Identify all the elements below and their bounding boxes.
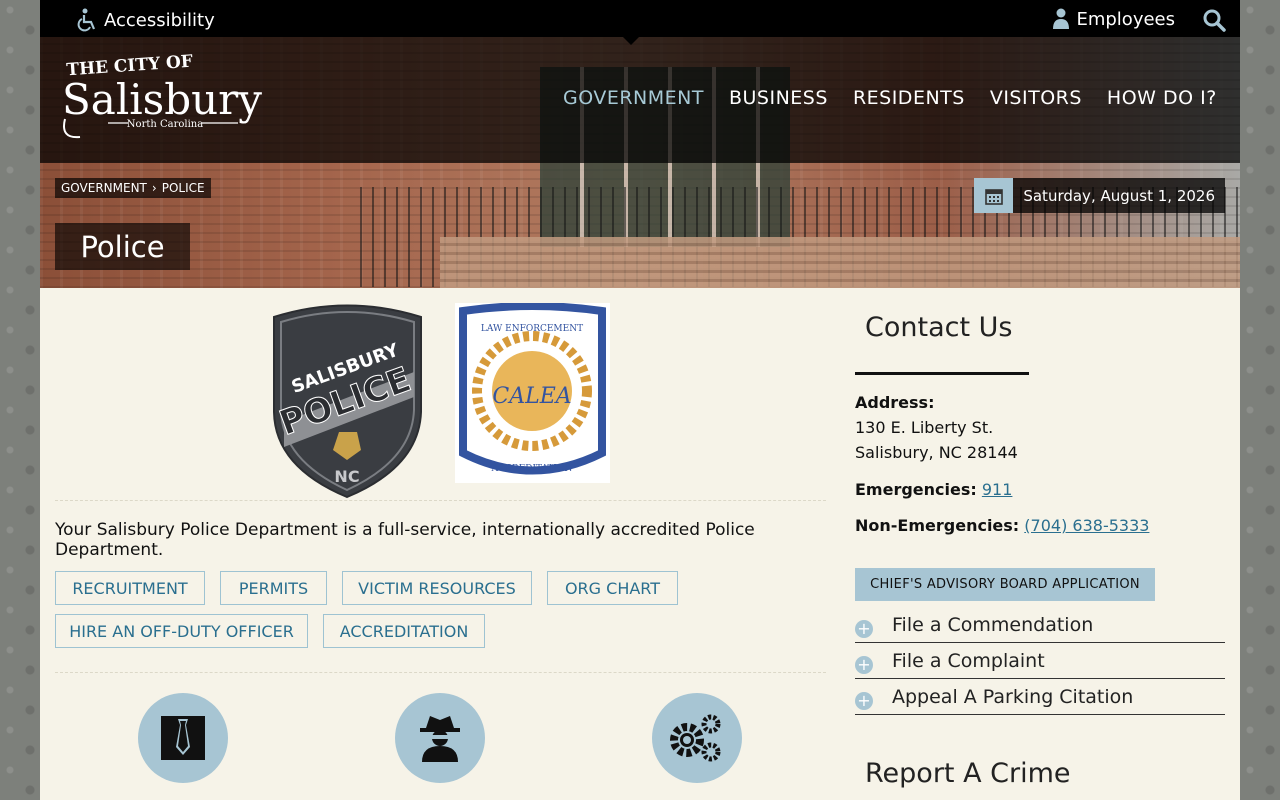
gears-icon[interactable] [652,693,742,783]
accessibility-link[interactable]: Accessibility [76,8,215,32]
salisbury-police-badge: SALISBURY POLICE NC [273,304,422,499]
search-icon[interactable] [1202,8,1226,32]
top-bar: Accessibility Employees [40,0,1240,37]
hire-off-duty-officer-button[interactable]: HIRE AN OFF-DUTY OFFICER [55,614,308,648]
accordion-label: File a Commendation [892,613,1094,636]
breadcrumb: GOVERNMENT › POLICE [55,178,211,198]
wheelchair-icon [77,8,96,32]
address-line2: Salisbury, NC 28144 [855,443,1018,462]
svg-text:ACCREDITATION: ACCREDITATION [491,464,573,474]
plus-circle-icon: + [855,655,873,674]
address-label: Address: [855,393,935,412]
nav-item-visitors[interactable]: VISITORS [990,87,1082,109]
accordion-appeal-parking-citation[interactable]: + Appeal A Parking Citation [855,679,1225,715]
page-title: Police [55,223,190,270]
hero-banner: THE CITY OF Salisbury North Carolina GOV… [40,37,1240,288]
permits-button[interactable]: PERMITS [220,571,327,605]
emergencies-block: Emergencies: 911 [855,477,1225,502]
recruitment-button[interactable]: RECRUITMENT [55,571,205,605]
contact-title: Contact Us [865,312,1013,343]
accordion-file-commendation[interactable]: + File a Commendation [855,607,1225,643]
salisbury-logo[interactable]: THE CITY OF Salisbury North Carolina [60,49,265,144]
date-display: Saturday, August 1, 2026 [974,178,1225,213]
plus-circle-icon: + [855,619,873,638]
employees-label: Employees [1076,8,1175,30]
breadcrumb-item-government[interactable]: GOVERNMENT [61,181,147,195]
svg-text:NC: NC [334,467,359,486]
svg-text:CALEA: CALEA [492,384,571,409]
main-content: SALISBURY POLICE NC CALEA LAW ENFORCEMEN… [55,288,826,800]
org-chart-button[interactable]: ORG CHART [547,571,678,605]
accordion-label: Appeal A Parking Citation [892,685,1134,708]
non-emergencies-block: Non-Emergencies: (704) 638-5333 [855,513,1225,538]
breadcrumb-item-police[interactable]: POLICE [162,181,205,195]
divider [55,500,826,501]
non-emergencies-label: Non-Emergencies: [855,516,1020,535]
report-crime-title: Report A Crime [865,758,1071,789]
address-line1: 130 E. Liberty St. [855,418,994,437]
main-nav: GOVERNMENT BUSINESS RESIDENTS VISITORS HOW D… [563,87,1217,109]
employees-link[interactable]: Employees [1052,8,1175,30]
calendar-icon [974,178,1014,213]
plus-circle-icon: + [855,691,873,710]
accordion-file-complaint[interactable]: + File a Complaint [855,643,1225,679]
nav-item-residents[interactable]: RESIDENTS [853,87,965,109]
accordion-label: File a Complaint [892,649,1045,672]
chiefs-advisory-board-button[interactable]: CHIEF'S ADVISORY BOARD APPLICATION [855,568,1155,601]
page: Accessibility Employees THE CITY OF Sali… [40,0,1240,800]
intro-text: Your Salisbury Police Department is a fu… [55,520,755,560]
nav-item-business[interactable]: BUSINESS [729,87,828,109]
address-block: Address: 130 E. Liberty St. Salisbury, N… [855,390,1225,465]
non-emergencies-phone-link[interactable]: (704) 638-5333 [1024,516,1149,535]
emergencies-label: Emergencies: [855,480,977,499]
svg-text:North Carolina: North Carolina [127,119,203,130]
title-underline [855,372,1029,375]
svg-text:Salisbury: Salisbury [62,75,262,124]
nav-item-government[interactable]: GOVERNMENT [563,87,704,109]
svg-text:LAW ENFORCEMENT: LAW ENFORCEMENT [481,324,583,334]
nav-caret [623,37,639,45]
divider [55,672,826,673]
hero-photo-steps [440,237,1240,288]
chevron-right-icon: › [151,181,157,195]
victim-resources-button[interactable]: VICTIM RESOURCES [342,571,532,605]
detective-icon[interactable] [395,693,485,783]
nav-item-how-do-i[interactable]: HOW DO I? [1107,87,1217,109]
emergencies-phone-link[interactable]: 911 [982,480,1013,499]
accreditation-button[interactable]: ACCREDITATION [323,614,485,648]
user-icon [1053,8,1070,29]
date-text: Saturday, August 1, 2026 [1023,186,1215,205]
sidebar: Contact Us Address: 130 E. Liberty St. S… [855,288,1225,800]
calea-accreditation-seal: CALEA LAW ENFORCEMENT ACCREDITATION [455,303,610,483]
accessibility-label: Accessibility [104,9,215,31]
tie-icon[interactable] [138,693,228,783]
